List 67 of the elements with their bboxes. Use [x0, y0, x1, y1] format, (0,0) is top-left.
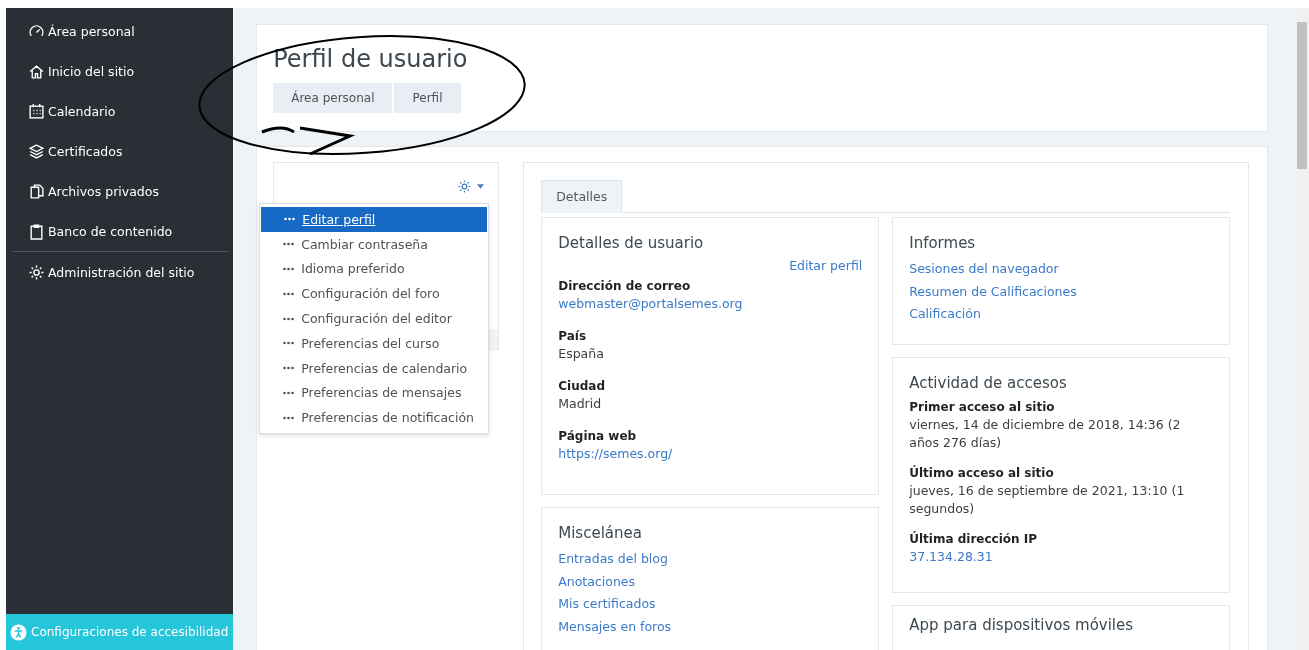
- misc-link[interactable]: Mensajes en foros: [558, 618, 672, 634]
- card-title: App para dispositivos móviles: [909, 615, 1135, 634]
- field-value: jueves, 16 de septiembre de 2021, 13:10 (1 segundos): [909, 481, 1186, 518]
- menu-item[interactable]: Preferencias del curso: [260, 331, 489, 356]
- dots-icon: [282, 366, 296, 371]
- caret-icon: [477, 184, 485, 189]
- sidebar-item[interactable]: Calendario: [6, 91, 234, 131]
- breadcrumb-item[interactable]: Perfil: [392, 83, 461, 113]
- scrollbar[interactable]: [1295, 8, 1309, 650]
- card-title: Actividad de accesos: [909, 373, 1068, 392]
- report-link[interactable]: Sesiones del navegador: [909, 261, 1059, 276]
- field-label: Última dirección IP: [909, 530, 1039, 548]
- card-title: Detalles de usuario: [558, 234, 705, 252]
- card-title: Informes: [909, 234, 977, 252]
- dots-icon: [283, 217, 297, 222]
- calendar-icon: [28, 102, 45, 120]
- sidebar-item[interactable]: Certificados: [6, 131, 234, 171]
- sidebar-item[interactable]: Área personal: [6, 11, 234, 51]
- settings-icon: [457, 179, 473, 194]
- field-label: Último acceso al sitio: [909, 464, 1055, 482]
- menu-item[interactable]: Preferencias de notificación: [260, 405, 489, 431]
- dots-icon: [282, 267, 296, 271]
- page-title: Perfil de usuario: [273, 45, 469, 73]
- field-label: Dirección de correo: [558, 278, 692, 295]
- tab[interactable]: Detalles: [541, 180, 623, 213]
- dots-icon: [282, 242, 296, 247]
- settings-menu-button[interactable]: [455, 177, 487, 196]
- field-label: Ciudad: [558, 378, 606, 395]
- dots-icon: [282, 390, 296, 395]
- field-value: viernes, 14 de diciembre de 2018, 14:36 (2 años 276 días): [909, 415, 1182, 452]
- files-icon: [28, 182, 45, 200]
- field-label: País: [558, 328, 588, 345]
- menu-item[interactable]: Preferencias de mensajes: [260, 380, 489, 406]
- accessibility-icon: [10, 623, 27, 641]
- field-label: Primer acceso al sitio: [909, 398, 1056, 416]
- dots-icon: [282, 291, 296, 296]
- misc-link[interactable]: Anotaciones: [558, 573, 636, 589]
- menu-item[interactable]: Configuración del editor: [260, 306, 489, 331]
- menu-item[interactable]: Configuración del foro: [260, 281, 489, 307]
- home-icon: [28, 62, 45, 80]
- breadcrumb-item[interactable]: Área personal: [273, 83, 393, 113]
- dots-icon: [282, 316, 296, 321]
- sidebar-item[interactable]: Banco de contenido: [6, 211, 234, 251]
- dots-icon: [282, 341, 296, 346]
- menu-item[interactable]: Editar perfil: [261, 207, 488, 232]
- field-link[interactable]: webmaster@portalsemes.org: [558, 295, 863, 313]
- sidebar-item[interactable]: Inicio del sitio: [6, 51, 234, 91]
- misc-link[interactable]: Entradas del blog: [558, 551, 668, 566]
- settings-icon: [28, 263, 45, 281]
- field-label: Página web: [558, 428, 638, 445]
- layers-icon: [28, 142, 45, 160]
- report-link[interactable]: Resumen de Calificaciones: [909, 283, 1077, 299]
- menu-item[interactable]: Cambiar contraseña: [260, 231, 489, 257]
- card-title: Miscelánea: [558, 524, 643, 542]
- dots-icon: [282, 415, 296, 420]
- menu-item[interactable]: Idioma preferido: [260, 256, 489, 282]
- sidebar-item[interactable]: Administración del sitio: [6, 252, 234, 292]
- clipboard-icon: [28, 222, 45, 240]
- report-link[interactable]: Calificación: [909, 306, 981, 321]
- sidebar-item[interactable]: Archivos privados: [6, 171, 234, 211]
- edit-profile-link[interactable]: Editar perfil: [789, 258, 863, 273]
- menu-item[interactable]: Preferencias de calendario: [260, 355, 489, 381]
- field-value: España: [558, 345, 605, 363]
- misc-link[interactable]: Mis certificados: [558, 596, 656, 611]
- field-link[interactable]: https://semes.org/: [558, 445, 863, 463]
- field-link[interactable]: 37.134.28.31: [909, 547, 1214, 566]
- field-value: Madrid: [558, 395, 603, 413]
